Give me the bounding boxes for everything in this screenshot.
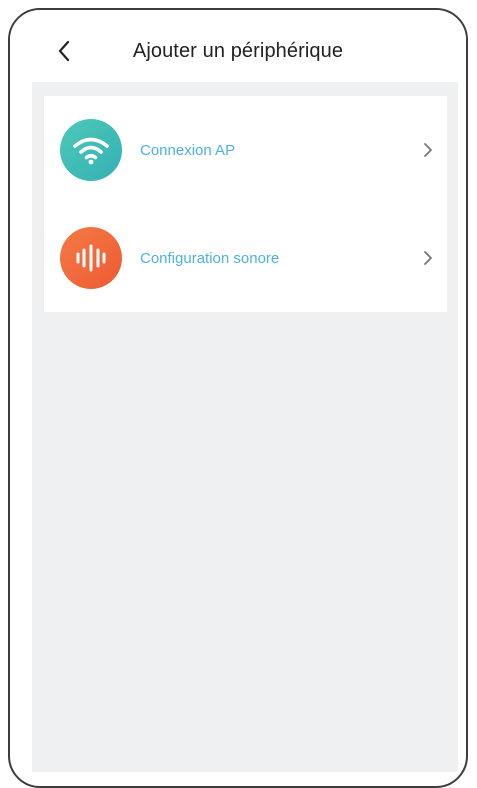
content-area: Connexion AP Configuration sonore	[32, 82, 458, 772]
page-title: Ajouter un périphérique	[132, 40, 344, 62]
header: Ajouter un périphérique	[10, 10, 466, 82]
chevron-right-icon	[421, 249, 435, 267]
method-list: Connexion AP Configuration sonore	[44, 96, 447, 312]
chevron-right-icon	[421, 141, 435, 159]
wifi-icon	[73, 137, 109, 165]
wifi-icon-badge	[60, 119, 122, 181]
list-item-configuration-sonore[interactable]: Configuration sonore	[44, 204, 447, 312]
list-item-label: Connexion AP	[140, 141, 236, 159]
sound-icon-badge	[60, 227, 122, 289]
list-item-connexion-ap[interactable]: Connexion AP	[44, 96, 447, 204]
list-item-label: Configuration sonore	[140, 249, 280, 267]
sound-wave-icon	[76, 244, 106, 272]
phone-frame: Ajouter un périphérique Connexion AP Con…	[8, 8, 468, 788]
